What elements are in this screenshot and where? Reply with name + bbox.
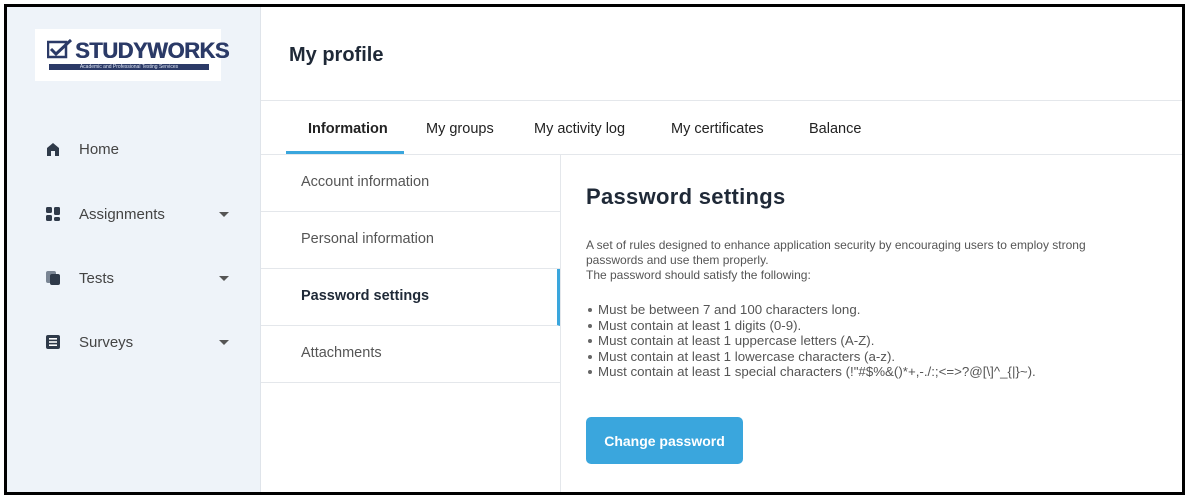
logo-check-icon <box>47 39 73 59</box>
tab-information[interactable]: Information <box>308 101 388 154</box>
active-tab-indicator <box>286 151 404 154</box>
sidebar-item-surveys[interactable]: Surveys <box>7 322 261 362</box>
information-submenu: Account information Personal information… <box>261 155 561 492</box>
sidebar-item-assignments[interactable]: Assignments <box>7 194 261 234</box>
list-item: Must contain at least 1 lowercase charac… <box>586 349 1036 365</box>
list-item: Must contain at least 1 uppercase letter… <box>586 333 1036 349</box>
chevron-down-icon[interactable] <box>219 339 229 345</box>
description-text: A set of rules designed to enhance appli… <box>586 238 1086 267</box>
logo[interactable]: STUDYWORKS Academic and Professional Tes… <box>35 29 229 81</box>
sidebar-item-tests[interactable]: Tests <box>7 258 261 298</box>
sidebar-item-label: Assignments <box>79 205 165 223</box>
tab-balance[interactable]: Balance <box>809 101 861 154</box>
password-rules-list: Must be between 7 and 100 characters lon… <box>586 302 1036 380</box>
list-item: Must contain at least 1 special characte… <box>586 364 1036 380</box>
tab-my-activity-log[interactable]: My activity log <box>534 101 625 154</box>
submenu-password-settings[interactable]: Password settings <box>261 269 560 326</box>
tab-my-groups[interactable]: My groups <box>426 101 494 154</box>
list-item: Must contain at least 1 digits (0-9). <box>586 318 1036 334</box>
submenu-personal-information[interactable]: Personal information <box>261 212 560 269</box>
submenu-account-information[interactable]: Account information <box>261 155 560 212</box>
page-header: My profile <box>261 7 1182 101</box>
assignments-icon <box>45 206 61 222</box>
chevron-down-icon[interactable] <box>219 211 229 217</box>
change-password-button[interactable]: Change password <box>586 417 743 464</box>
sidebar: STUDYWORKS Academic and Professional Tes… <box>7 7 261 492</box>
profile-tabs: Information My groups My activity log My… <box>261 101 1182 155</box>
sidebar-item-label: Tests <box>79 269 115 287</box>
page-title: My profile <box>289 44 384 66</box>
requirements-intro: The password should satisfy the followin… <box>586 268 811 282</box>
logo-tagline: Academic and Professional Testing Servic… <box>49 64 209 70</box>
sidebar-item-label: Home <box>79 140 120 158</box>
tab-my-certificates[interactable]: My certificates <box>671 101 764 154</box>
logo-text: STUDYWORKS <box>75 38 229 63</box>
password-settings-panel: Password settings A set of rules designe… <box>561 155 1182 492</box>
tests-icon <box>45 270 61 286</box>
section-title: Password settings <box>586 184 786 209</box>
surveys-icon <box>45 334 61 350</box>
sidebar-item-label: Surveys <box>79 333 134 351</box>
submenu-attachments[interactable]: Attachments <box>261 326 560 383</box>
app-window: STUDYWORKS Academic and Professional Tes… <box>4 4 1185 495</box>
chevron-down-icon[interactable] <box>219 275 229 281</box>
sidebar-item-home[interactable]: Home <box>7 129 261 169</box>
list-item: Must be between 7 and 100 characters lon… <box>586 302 1036 318</box>
home-icon <box>45 141 61 157</box>
description: A set of rules designed to enhance appli… <box>586 238 1146 283</box>
